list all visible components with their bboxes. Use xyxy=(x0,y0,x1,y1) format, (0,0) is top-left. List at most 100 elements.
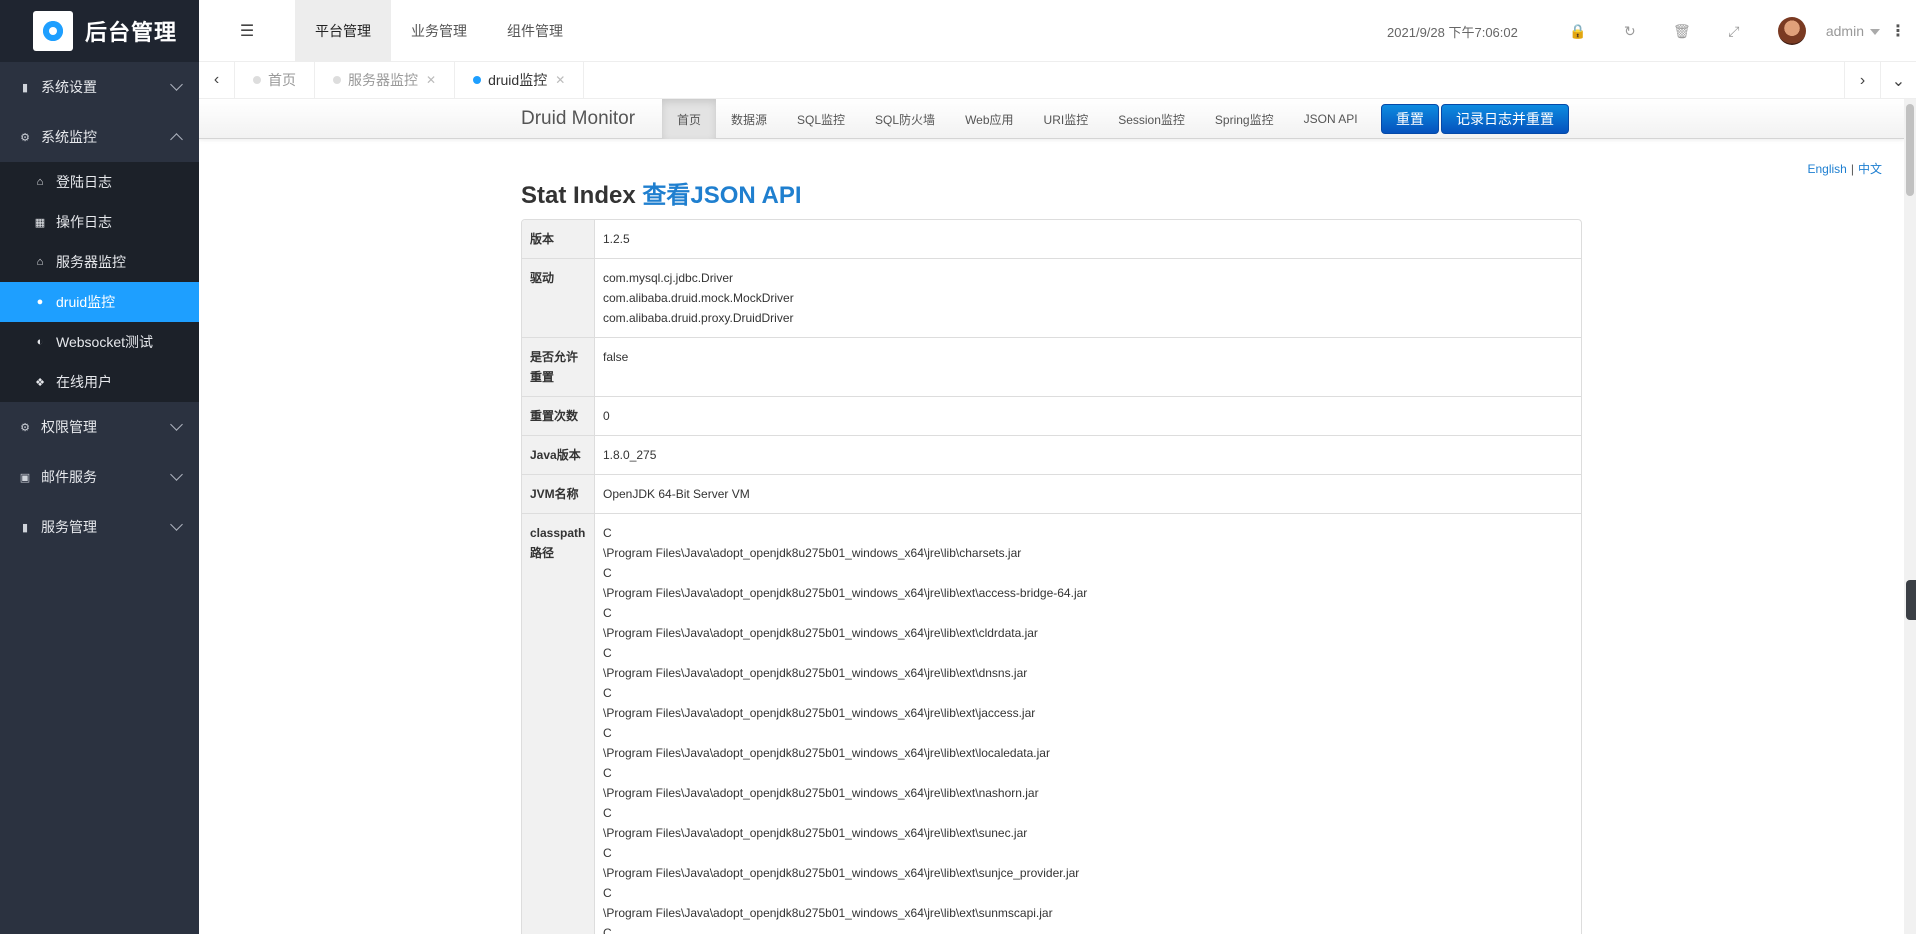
tab-business[interactable]: 业务管理 xyxy=(391,0,487,62)
tab-dot-icon xyxy=(333,76,341,84)
datetime: 2021/9/28 下午7:06:02 xyxy=(1387,24,1518,40)
value-line: C xyxy=(603,806,612,820)
value-line: C xyxy=(603,726,612,740)
more-vertical-icon[interactable]: ⋮ xyxy=(1880,21,1916,41)
value-line: C xyxy=(603,846,612,860)
druid-navbar: Druid Monitor 首页 数据源 SQL监控 SQL防火墙 Web应用 … xyxy=(199,99,1904,139)
chevron-up-icon xyxy=(170,133,183,146)
druid-nav-sql[interactable]: SQL监控 xyxy=(782,99,860,139)
value-line: \Program Files\Java\adopt_openjdk8u275b0… xyxy=(603,586,1088,600)
caret-down-icon[interactable] xyxy=(1870,29,1880,35)
sidebar-item-label: 登陆日志 xyxy=(56,174,112,190)
page-tab-server-monitor[interactable]: 服务器监控 ✕ xyxy=(315,61,456,99)
druid-nav-datasource[interactable]: 数据源 xyxy=(716,99,782,139)
menu-fold-icon[interactable]: ☰ xyxy=(199,0,295,62)
sidebar-item-login-log[interactable]: ⌂ 登陆日志 xyxy=(0,162,199,202)
value-line: com.mysql.cj.jdbc.Driver xyxy=(603,271,734,285)
reset-button[interactable]: 重置 xyxy=(1381,104,1439,134)
chevron-down-icon[interactable]: ⌄ xyxy=(1880,62,1916,99)
value-line: false xyxy=(603,350,629,364)
calendar-icon: ▦ xyxy=(34,216,46,229)
row-key: JVM名称 xyxy=(522,475,595,513)
sidebar-item-label: 在线用户 xyxy=(56,374,112,390)
circle-icon: ● xyxy=(36,296,44,308)
avatar[interactable] xyxy=(1777,17,1806,45)
value-line: 0 xyxy=(603,409,610,423)
value-line: C xyxy=(603,686,612,700)
value-line: C xyxy=(603,646,612,660)
druid-nav-home[interactable]: 首页 xyxy=(662,99,717,139)
table-row: 重置次数 0 xyxy=(522,396,1581,435)
chevron-down-icon xyxy=(170,518,183,531)
menu-group-system-settings[interactable]: ▮ 系统设置 xyxy=(0,62,199,112)
sidebar: 后台管理 ▮ 系统设置 ⚙ 系统监控 ⌂ 登陆日志 ▦ 操作日志 ⌂ 服务器监控… xyxy=(0,0,199,934)
value-line: OpenJDK 64-Bit Server VM xyxy=(603,487,750,501)
value-line: C xyxy=(603,926,612,934)
druid-nav-wall[interactable]: SQL防火墙 xyxy=(860,99,950,139)
menu-group-mail[interactable]: ▣ 邮件服务 xyxy=(0,452,199,502)
trash-icon[interactable]: 🗑 xyxy=(1656,23,1708,40)
sidebar-item-websocket-test[interactable]: ◐ Websocket测试 xyxy=(0,322,199,362)
row-value: 0 xyxy=(595,397,1581,435)
lang-chinese-link[interactable]: 中文 xyxy=(1858,162,1882,176)
value-line: 1.2.5 xyxy=(603,232,630,246)
fullscreen-icon[interactable]: ⤢ xyxy=(1708,23,1760,40)
table-row: classpath路径 C \Program Files\Java\adopt_op… xyxy=(522,513,1581,934)
druid-nav-session[interactable]: Session监控 xyxy=(1103,99,1200,139)
row-key: 是否允许重置 xyxy=(522,338,595,396)
row-value: 1.8.0_275 xyxy=(595,436,1581,474)
page-tab-druid-monitor[interactable]: druid监控 ✕ xyxy=(455,61,585,99)
chevron-right-icon[interactable]: › xyxy=(1844,62,1880,99)
row-value: OpenJDK 64-Bit Server VM xyxy=(595,475,1581,513)
scrollbar-thumb[interactable] xyxy=(1906,104,1914,196)
sidebar-item-label: 操作日志 xyxy=(56,214,112,230)
lang-separator: | xyxy=(1850,162,1854,176)
druid-nav-webapp[interactable]: Web应用 xyxy=(950,99,1028,139)
tab-components[interactable]: 组件管理 xyxy=(487,0,583,62)
log-and-reset-button[interactable]: 记录日志并重置 xyxy=(1441,104,1569,134)
druid-nav-spring[interactable]: Spring监控 xyxy=(1200,99,1289,139)
refresh-icon[interactable]: ↻ xyxy=(1604,23,1656,40)
logo[interactable]: 后台管理 xyxy=(0,0,199,62)
menu-group-system-monitor[interactable]: ⚙ 系统监控 xyxy=(0,112,199,162)
user-name[interactable]: admin xyxy=(1826,23,1864,39)
value-line: C xyxy=(603,606,612,620)
tab-platform[interactable]: 平台管理 xyxy=(295,0,391,62)
close-icon[interactable]: ✕ xyxy=(555,73,565,87)
lang-english-link[interactable]: English xyxy=(1808,162,1847,176)
table-row: Java版本 1.8.0_275 xyxy=(522,435,1581,474)
menu-group-permission[interactable]: ⚙ 权限管理 xyxy=(0,402,199,452)
page-tab-label: druid监控 xyxy=(488,72,548,88)
half-circle-icon: ◐ xyxy=(36,336,44,348)
home-icon: ⌂ xyxy=(36,256,44,268)
sidebar-item-label: 服务器监控 xyxy=(56,254,126,270)
menu-group-service[interactable]: ▮ 服务管理 xyxy=(0,502,199,552)
stat-table: 版本 1.2.5 驱动 com.mysql.cj.jdbc.Driver com.ali… xyxy=(521,219,1582,934)
gears-icon: ⚙ xyxy=(20,421,30,434)
druid-nav-uri[interactable]: URI监控 xyxy=(1029,99,1104,139)
value-line: C xyxy=(603,886,612,900)
druid-nav-json-api[interactable]: JSON API xyxy=(1289,99,1373,139)
sidebar-item-label: druid监控 xyxy=(56,294,116,310)
sidebar-item-server-monitor[interactable]: ⌂ 服务器监控 xyxy=(0,242,199,282)
lock-icon[interactable]: 🔒 xyxy=(1552,23,1604,40)
menu-group-label: 邮件服务 xyxy=(41,469,97,485)
chevron-left-icon[interactable]: ‹ xyxy=(199,61,235,99)
json-api-link[interactable]: 查看JSON API xyxy=(642,182,801,209)
page-tabs-controls: › ⌄ xyxy=(1844,62,1916,99)
sidebar-item-online-users[interactable]: ❖ 在线用户 xyxy=(0,362,199,402)
scrollbar[interactable] xyxy=(1904,99,1916,934)
druid-brand[interactable]: Druid Monitor xyxy=(521,108,635,130)
sidebar-item-druid-monitor[interactable]: ● druid监控 xyxy=(0,282,199,322)
row-key: 驱动 xyxy=(522,259,595,337)
chevron-down-icon xyxy=(170,468,183,481)
close-icon[interactable]: ✕ xyxy=(426,73,436,87)
menu-group-label: 系统设置 xyxy=(41,79,97,95)
sidebar-item-operation-log[interactable]: ▦ 操作日志 xyxy=(0,202,199,242)
page-tab-home[interactable]: 首页 xyxy=(235,61,315,99)
table-row: 驱动 com.mysql.cj.jdbc.Driver com.alibaba.dr… xyxy=(522,258,1581,337)
side-drawer-handle[interactable] xyxy=(1906,580,1916,620)
logo-icon xyxy=(33,11,73,51)
druid-frame: Druid Monitor 首页 数据源 SQL监控 SQL防火墙 Web应用 … xyxy=(199,99,1916,934)
value-line: com.alibaba.druid.proxy.DruidDriver xyxy=(603,311,794,325)
